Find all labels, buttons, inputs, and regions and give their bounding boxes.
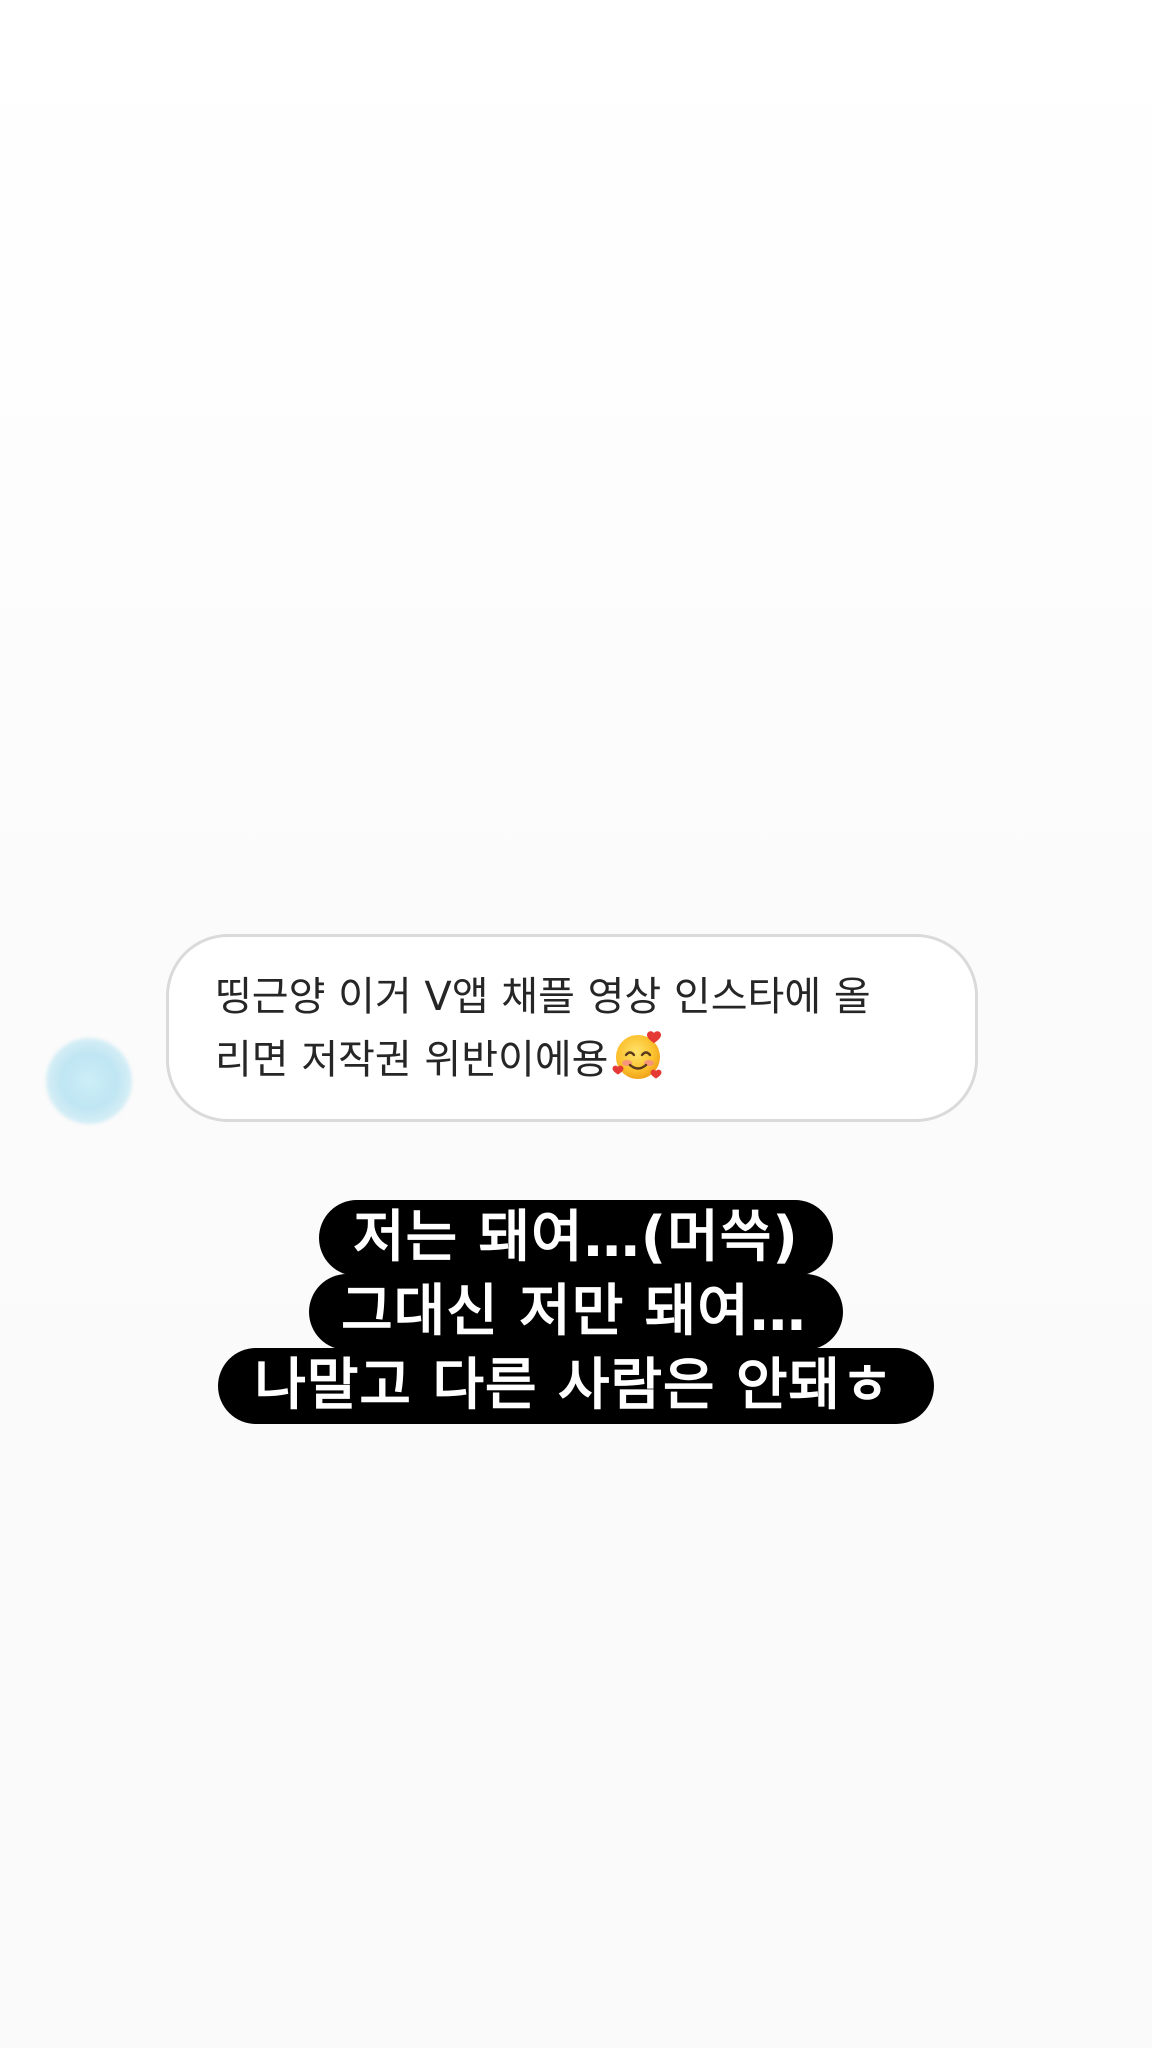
sender-avatar [46,1038,132,1124]
story-caption: 저는 돼여…(머쓱) 그대신 저만 돼여… 나말고 다른 사람은 안돼ㅎ [0,1200,1152,1424]
question-reply-sticker: 띵근양 이거 V앱 채플 영상 인스타에 올 리면 저작권 위반이에용 [0,930,1152,1130]
smiling-face-with-hearts-icon [610,1027,666,1083]
caption-line: 저는 돼여…(머쓱) [319,1200,833,1276]
caption-line: 나말고 다른 사람은 안돼ㅎ [218,1348,934,1424]
message-bubble: 띵근양 이거 V앱 채플 영상 인스타에 올 리면 저작권 위반이에용 [166,934,978,1122]
message-text: 띵근양 이거 V앱 채플 영상 인스타에 올 리면 저작권 위반이에용 [215,967,935,1090]
caption-line: 그대신 저만 돼여… [309,1274,843,1350]
message-line-1: 띵근양 이거 V앱 채플 영상 인스타에 올 [215,974,871,1020]
message-line-2: 리면 저작권 위반이에용 [215,1037,609,1083]
story-canvas: 띵근양 이거 V앱 채플 영상 인스타에 올 리면 저작권 위반이에용 저는 돼… [0,0,1152,2048]
